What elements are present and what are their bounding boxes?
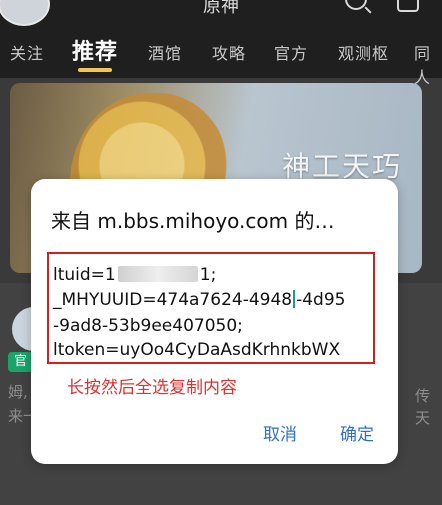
forum-title: 原神 xyxy=(203,0,239,17)
tab-official[interactable]: 官方 xyxy=(274,40,308,64)
ok-button[interactable]: 确定 xyxy=(340,420,374,445)
tab-guides[interactable]: 攻略 xyxy=(212,40,246,64)
cookie-line-2-suffix: -4d95 xyxy=(296,290,346,310)
cookie-line-4: ltoken=uyOo4CyDaAsdKrhnkbWX xyxy=(53,340,341,360)
cookie-line-3: -9ad8-53b9ee407050; xyxy=(53,316,243,336)
dialog-title: 来自 m.bbs.mihoyo.com 的… xyxy=(51,209,335,233)
post-snippet-right-1: 传 xyxy=(414,387,430,405)
cookie-line-2: _MHYUUID=474a7624-4948 -4d95 xyxy=(53,289,345,311)
post-snippet-right-2: 天 xyxy=(414,409,430,427)
cancel-button[interactable]: 取消 xyxy=(263,420,297,445)
category-tabs: 关注 推荐 酒馆 攻略 官方 观测枢 同人 xyxy=(0,30,442,87)
javascript-dialog: 来自 m.bbs.mihoyo.com 的… ltuid=1 1; _MHYUUI… xyxy=(31,179,398,464)
cookie-line-2-prefix: _MHYUUID=474a7624-4948 xyxy=(53,290,293,310)
tab-observatory[interactable]: 观测枢 xyxy=(338,40,389,64)
top-bar: 原神 关注 推荐 酒馆 攻略 官方 观测枢 同人 xyxy=(0,0,442,87)
tab-recommend[interactable]: 推荐 xyxy=(72,34,118,72)
cookie-line-1-suffix: 1; xyxy=(199,265,217,285)
tab-follow[interactable]: 关注 xyxy=(10,40,44,64)
cookie-text-box[interactable]: ltuid=1 1; _MHYUUID=474a7624-4948 -4d95 -9… xyxy=(47,252,375,364)
edit-icon[interactable] xyxy=(397,0,419,12)
cookie-line-1-prefix: ltuid=1 xyxy=(53,265,116,285)
tab-tavern[interactable]: 酒馆 xyxy=(148,40,182,64)
official-badge: 官 xyxy=(8,352,34,372)
cookie-line-1: ltuid=1 1; xyxy=(53,264,216,286)
instruction-hint: 长按然后全选复制内容 xyxy=(67,378,237,398)
tab-fanart[interactable]: 同人 xyxy=(414,40,442,88)
redacted-mask xyxy=(117,266,198,282)
text-caret xyxy=(293,290,296,308)
post-snippet-line-1: 姆, xyxy=(8,383,28,401)
